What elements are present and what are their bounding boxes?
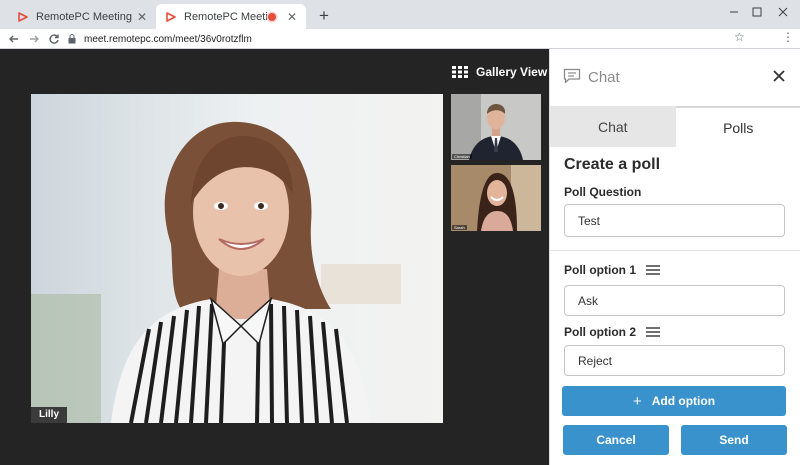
new-tab-icon[interactable]: + bbox=[315, 6, 333, 26]
participant-name-tag: Lilly bbox=[31, 407, 68, 423]
browser-tab-2[interactable]: RemotePC Meeting ✕ bbox=[156, 4, 306, 29]
url-field[interactable]: meet.remotepc.com/meet/36v0rotzflm bbox=[68, 31, 758, 47]
back-arrow-icon[interactable] bbox=[6, 30, 22, 48]
tab-chat[interactable]: Chat bbox=[550, 106, 676, 147]
send-button[interactable]: Send bbox=[681, 425, 787, 455]
gallery-view-label: Gallery View bbox=[476, 65, 548, 79]
grid-icon bbox=[452, 66, 468, 78]
participant-video bbox=[451, 94, 541, 160]
close-panel-icon[interactable] bbox=[770, 69, 788, 87]
close-tab-icon[interactable]: ✕ bbox=[286, 10, 298, 24]
poll-question-input[interactable] bbox=[564, 204, 785, 237]
meeting-stage: Gallery View Lilly Christian Sarah bbox=[0, 49, 549, 465]
cancel-button[interactable]: Cancel bbox=[563, 425, 669, 455]
lock-icon bbox=[68, 34, 76, 44]
window-close-icon[interactable] bbox=[766, 0, 800, 24]
main-video-tile[interactable]: Lilly bbox=[31, 94, 443, 423]
remotepc-logo-icon bbox=[16, 10, 30, 24]
remotepc-logo-icon bbox=[164, 10, 178, 24]
poll-option-1-label-text: Poll option 1 bbox=[564, 263, 636, 277]
tab-polls[interactable]: Polls bbox=[675, 106, 800, 147]
address-bar: meet.remotepc.com/meet/36v0rotzflm ☆ ⋮ bbox=[0, 29, 800, 49]
gallery-view-button[interactable]: Gallery View bbox=[452, 63, 547, 81]
participant-video bbox=[31, 94, 443, 423]
recording-indicator-icon bbox=[268, 12, 276, 21]
plus-icon: + bbox=[632, 392, 642, 410]
forward-arrow-icon[interactable] bbox=[26, 30, 42, 48]
reload-icon[interactable] bbox=[46, 30, 62, 48]
browser-tab-strip: RemotePC Meeting ✕ RemotePC Meeting ✕ + bbox=[0, 0, 800, 29]
create-poll-heading: Create a poll bbox=[564, 156, 661, 173]
participant-video bbox=[451, 165, 541, 231]
poll-question-label-text: Poll Question bbox=[564, 185, 642, 199]
bookmark-star-icon[interactable]: ☆ bbox=[734, 30, 745, 44]
participant-thumbnail-2[interactable]: Sarah bbox=[451, 165, 541, 231]
poll-option-2-input[interactable] bbox=[564, 345, 785, 376]
browser-menu-icon[interactable]: ⋮ bbox=[782, 30, 794, 44]
poll-option-2-label-text: Poll option 2 bbox=[564, 325, 636, 339]
browser-tab-1[interactable]: RemotePC Meeting ✕ bbox=[8, 4, 156, 29]
panel-tabs: Chat Polls bbox=[550, 106, 800, 147]
add-option-label: Add option bbox=[651, 394, 716, 408]
drag-handle-icon[interactable] bbox=[646, 327, 660, 337]
thumbnail-name-tag: Sarah bbox=[452, 225, 467, 230]
close-tab-icon[interactable]: ✕ bbox=[136, 10, 148, 24]
add-option-button[interactable]: + Add option bbox=[562, 386, 786, 416]
thumbnail-name-tag: Christian bbox=[452, 154, 472, 159]
panel-title: Chat bbox=[588, 69, 620, 86]
poll-option-1-label: Poll option 1 bbox=[564, 263, 660, 277]
participant-thumbnail-1[interactable]: Christian bbox=[451, 94, 541, 160]
panel-header: Chat bbox=[550, 49, 800, 106]
browser-tab-title: RemotePC Meeting bbox=[184, 10, 268, 23]
divider bbox=[550, 250, 800, 251]
drag-handle-icon[interactable] bbox=[646, 265, 660, 275]
poll-option-1-input[interactable] bbox=[564, 285, 785, 316]
url-text: meet.remotepc.com/meet/36v0rotzflm bbox=[84, 33, 252, 45]
poll-question-label: Poll Question bbox=[564, 185, 641, 199]
chat-bubble-icon bbox=[563, 68, 581, 89]
chat-polls-panel: Chat Chat Polls Create a poll Poll Quest… bbox=[549, 49, 800, 465]
browser-tab-title: RemotePC Meeting bbox=[36, 10, 132, 23]
poll-option-2-label: Poll option 2 bbox=[564, 325, 660, 339]
